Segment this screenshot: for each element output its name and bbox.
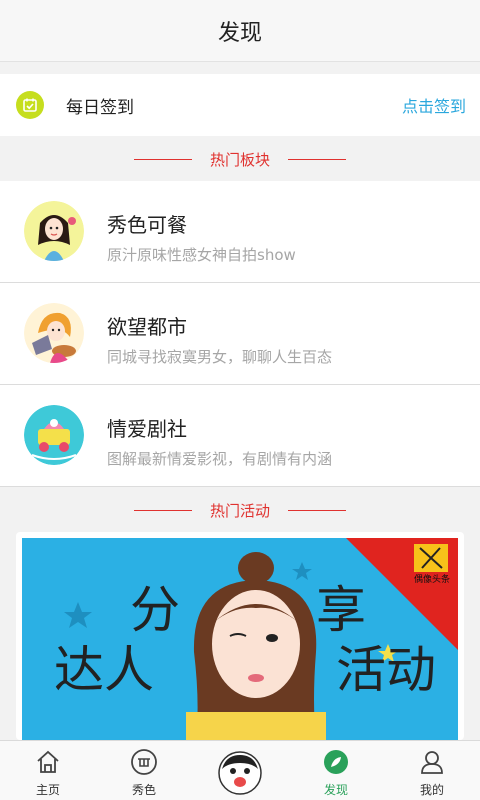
board-avatar bbox=[24, 303, 84, 363]
discover-icon bbox=[321, 747, 351, 777]
hot-boards-header: 热门板块 bbox=[0, 137, 480, 181]
divider-line bbox=[288, 509, 346, 511]
board-avatar bbox=[24, 405, 84, 465]
section-title: 热门板块 bbox=[209, 150, 270, 169]
tab-xiuse[interactable]: 秀色 bbox=[96, 741, 192, 800]
bottom-tab-bar: 主页 秀色 发现 我的 bbox=[0, 740, 480, 800]
divider-line bbox=[288, 158, 346, 160]
tab-profile[interactable]: 我的 bbox=[384, 741, 480, 800]
board-title: 欲望都市 bbox=[107, 315, 187, 339]
section-title: 热门活动 bbox=[209, 501, 270, 520]
hot-events-header: 热门活动 bbox=[0, 488, 480, 532]
tab-center[interactable] bbox=[192, 741, 288, 800]
board-item[interactable]: 欲望都市 同城寻找寂寞男女，聊聊人生百态 bbox=[0, 283, 480, 385]
tab-discover[interactable]: 发现 bbox=[288, 741, 384, 800]
banner-char: 达人 bbox=[54, 641, 154, 699]
board-avatar bbox=[24, 201, 84, 261]
board-desc: 同城寻找寂寞男女，聊聊人生百态 bbox=[107, 348, 333, 366]
event-banner[interactable]: 分 达人 享 活动 偶像头条 bbox=[16, 532, 464, 740]
banner-title-right: 享 活动 bbox=[316, 580, 456, 700]
tab-home[interactable]: 主页 bbox=[0, 741, 96, 800]
daily-signin-row[interactable]: 每日签到 点击签到 bbox=[0, 74, 480, 136]
board-title: 秀色可餐 bbox=[107, 213, 187, 237]
banner-char: 活动 bbox=[336, 641, 436, 699]
home-icon bbox=[33, 747, 63, 777]
page-title: 发现 bbox=[217, 20, 262, 46]
banner-char: 享 bbox=[316, 581, 366, 639]
tab-label: 发现 bbox=[323, 783, 348, 797]
profile-icon bbox=[417, 747, 447, 777]
divider-line bbox=[133, 158, 192, 160]
divider-line bbox=[133, 509, 192, 511]
banner-title-left: 分 达人 bbox=[54, 580, 206, 700]
calendar-check-icon bbox=[16, 91, 44, 119]
top-bar: 发现 bbox=[0, 0, 480, 62]
board-list: 秀色可餐 原汁原味性感女神自拍show 欲望都市 同城寻找寂寞男女，聊聊人生百态 bbox=[0, 181, 480, 487]
banner-char: 分 bbox=[130, 581, 180, 639]
tab-label: 我的 bbox=[419, 783, 444, 797]
board-desc: 原汁原味性感女神自拍show bbox=[107, 246, 296, 264]
xiuse-icon bbox=[129, 747, 159, 777]
board-item[interactable]: 情爱剧社 图解最新情爱影视，有剧情有内涵 bbox=[0, 385, 480, 487]
center-avatar-icon bbox=[218, 751, 262, 795]
tab-label: 秀色 bbox=[131, 783, 156, 797]
banner-badge: 偶像头条 bbox=[414, 575, 451, 585]
tab-label: 主页 bbox=[35, 783, 60, 797]
board-desc: 图解最新情爱影视，有剧情有内涵 bbox=[107, 450, 333, 468]
board-title: 情爱剧社 bbox=[107, 417, 187, 441]
signin-label: 每日签到 bbox=[66, 97, 134, 118]
board-item[interactable]: 秀色可餐 原汁原味性感女神自拍show bbox=[0, 181, 480, 283]
signin-button[interactable]: 点击签到 bbox=[402, 93, 466, 117]
